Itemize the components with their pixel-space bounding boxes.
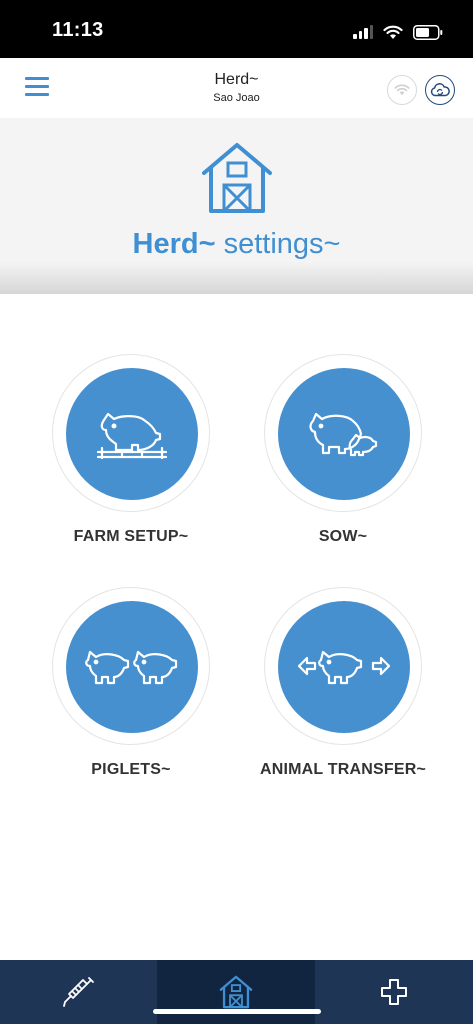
app-header: Herd~ Sao Joao — [0, 58, 473, 118]
syringe-icon — [62, 977, 94, 1007]
hero-divider-shadow — [0, 262, 473, 294]
nav-health[interactable] — [315, 960, 473, 1024]
cloud-sync-button[interactable] — [425, 75, 455, 105]
status-bar: 11:13 — [0, 0, 473, 58]
barn-icon — [202, 143, 272, 213]
status-icons — [353, 20, 443, 44]
bottom-navigation — [0, 960, 473, 1024]
cellular-signal-icon — [353, 25, 373, 39]
two-piglets-icon — [85, 650, 178, 685]
home-indicator — [153, 1009, 321, 1014]
sow-with-piglet-icon — [309, 412, 378, 457]
piglets-label: PIGLETS~ — [91, 761, 171, 778]
page-title-light: settings~ — [223, 228, 341, 260]
pig-on-pen-icon — [96, 412, 168, 460]
piglets-button[interactable] — [52, 587, 210, 745]
sow-label: SOW~ — [318, 528, 368, 545]
battery-icon — [413, 24, 443, 40]
wifi-status-button[interactable] — [387, 75, 417, 105]
wifi-icon — [383, 25, 403, 39]
cloud-sync-icon — [430, 83, 450, 97]
status-time: 11:13 — [52, 19, 104, 41]
sow-button[interactable] — [264, 354, 422, 512]
nav-vaccination[interactable] — [0, 960, 157, 1024]
farm-setup-button[interactable] — [52, 354, 210, 512]
wifi-icon — [394, 84, 410, 96]
pig-transfer-arrows-icon — [297, 650, 391, 685]
medical-cross-icon — [381, 979, 407, 1005]
animal-transfer-label: ANIMAL TRANSFER~ — [259, 761, 427, 778]
page-title-bold: Herd~ — [132, 228, 216, 260]
animal-transfer-button[interactable] — [264, 587, 422, 745]
farm-setup-label: FARM SETUP~ — [73, 528, 189, 545]
page-title: Herd~ settings~ — [0, 228, 473, 261]
barn-icon — [219, 975, 253, 1009]
nav-herd[interactable] — [157, 960, 315, 1024]
